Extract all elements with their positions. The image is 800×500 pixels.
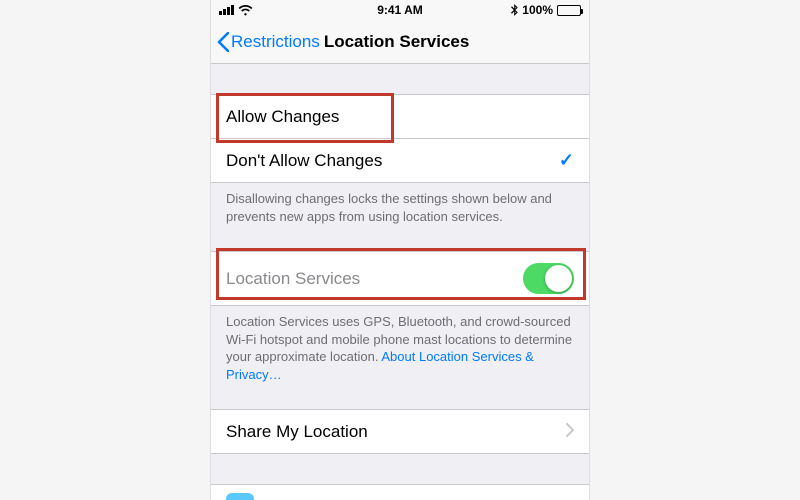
share-my-location-cell[interactable]: Share My Location	[211, 409, 589, 454]
dont-allow-changes-cell[interactable]: Don't Allow Changes ✓	[211, 138, 589, 183]
app-icon	[226, 493, 254, 500]
chevron-right-icon	[566, 421, 574, 442]
back-button[interactable]: Restrictions	[217, 32, 320, 52]
status-bar: 9:41 AM 100%	[211, 0, 589, 20]
allow-changes-label: Allow Changes	[226, 107, 339, 127]
allow-changes-cell[interactable]: Allow Changes	[211, 94, 589, 138]
chevron-left-icon	[217, 32, 229, 52]
nav-bar: Restrictions Location Services	[211, 20, 589, 64]
location-services-cell[interactable]: Location Services	[211, 251, 589, 306]
app-row-partial[interactable]	[211, 484, 589, 500]
location-services-toggle[interactable]	[523, 263, 574, 294]
back-label: Restrictions	[231, 32, 320, 52]
status-time: 9:41 AM	[377, 3, 423, 17]
status-right: 100%	[511, 3, 581, 17]
changes-footer: Disallowing changes locks the settings s…	[211, 183, 589, 233]
share-my-location-label: Share My Location	[226, 422, 368, 442]
bluetooth-icon	[511, 4, 518, 16]
content-scroll[interactable]: Allow Changes Don't Allow Changes ✓ Disa…	[211, 64, 589, 500]
status-left	[219, 5, 253, 16]
location-services-label: Location Services	[226, 269, 360, 289]
battery-icon	[557, 5, 581, 16]
toggle-knob	[545, 265, 572, 292]
battery-percent: 100%	[522, 3, 553, 17]
checkmark-icon: ✓	[559, 150, 574, 171]
location-services-footer: Location Services uses GPS, Bluetooth, a…	[211, 306, 589, 391]
wifi-icon	[238, 5, 253, 16]
cellular-signal-icon	[219, 5, 234, 15]
phone-frame: 9:41 AM 100% Restrictions Location Servi…	[210, 0, 590, 500]
dont-allow-changes-label: Don't Allow Changes	[226, 151, 382, 171]
page-title: Location Services	[324, 32, 470, 52]
